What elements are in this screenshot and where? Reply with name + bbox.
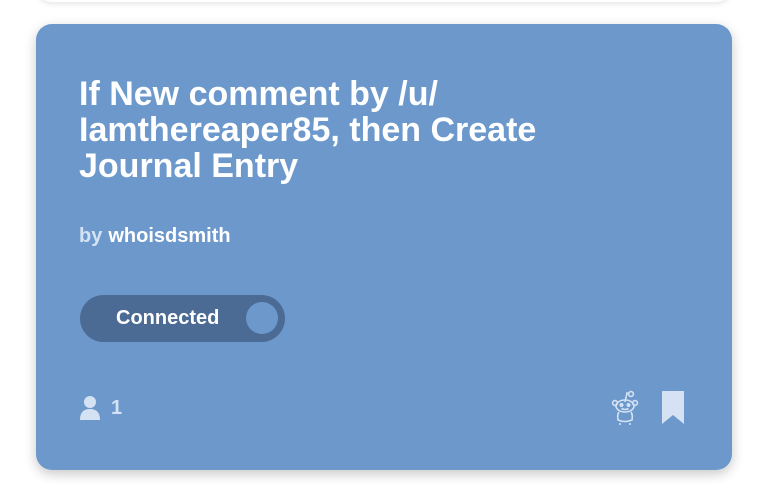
user-count: 1: [79, 394, 122, 422]
applet-title: If New comment by /u/ Iamthereaper85, th…: [79, 75, 537, 185]
previous-card-edge: [36, 0, 732, 2]
applet-author: by whoisdsmith: [79, 224, 231, 248]
applet-card[interactable]: If New comment by /u/ Iamthereaper85, th…: [36, 24, 732, 470]
person-icon: [80, 396, 100, 420]
user-count-value: 1: [111, 397, 123, 419]
connected-toggle[interactable]: Connected: [80, 295, 285, 342]
toggle-knob: [246, 302, 278, 334]
reddit-icon: [611, 390, 639, 425]
toggle-label: Connected: [116, 307, 220, 329]
author-name[interactable]: whoisdsmith: [108, 225, 230, 247]
bookmark-icon[interactable]: [662, 391, 684, 424]
by-label: by: [79, 225, 103, 247]
